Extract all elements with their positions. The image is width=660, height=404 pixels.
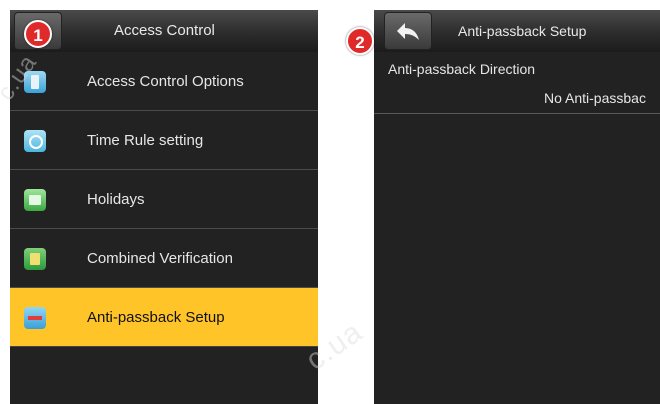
- anti-passback-direction-row[interactable]: Anti-passback Direction No Anti-passbac: [374, 52, 660, 114]
- combined-verification-icon: [24, 248, 46, 270]
- step-1-badge: 1: [24, 20, 52, 48]
- menu-item-label: Access Control Options: [87, 73, 244, 90]
- anti-passback-icon: [24, 307, 46, 329]
- left-screen-title: Access Control: [114, 22, 215, 39]
- menu-item-label: Holidays: [87, 191, 145, 208]
- menu-item-label: Combined Verification: [87, 250, 233, 267]
- back-arrow-icon: [397, 23, 419, 40]
- calendar-icon: [24, 189, 46, 211]
- access-control-menu: Access Control Options Time Rule setting…: [10, 52, 318, 347]
- left-title-bar: Access Control: [10, 10, 318, 52]
- menu-item-holidays[interactable]: Holidays: [10, 170, 318, 229]
- menu-item-combined-verification[interactable]: Combined Verification: [10, 229, 318, 288]
- right-title-bar: Anti-passback Setup: [374, 10, 660, 52]
- clock-icon: [24, 130, 46, 152]
- left-device-screen: Access Control Access Control Options Ti…: [10, 10, 318, 404]
- menu-item-label: Anti-passback Setup: [87, 309, 225, 326]
- right-device-screen: Anti-passback Setup Anti-passback Direct…: [374, 10, 660, 404]
- anti-passback-direction-label: Anti-passback Direction: [388, 61, 536, 77]
- right-back-button[interactable]: [384, 12, 432, 50]
- menu-item-label: Time Rule setting: [87, 132, 204, 149]
- step-2-badge: 2: [346, 27, 374, 55]
- menu-item-anti-passback-setup[interactable]: Anti-passback Setup: [10, 288, 318, 347]
- right-screen-title: Anti-passback Setup: [458, 23, 587, 39]
- anti-passback-direction-value: No Anti-passbac: [544, 90, 646, 106]
- menu-item-access-control-options[interactable]: Access Control Options: [10, 52, 318, 111]
- menu-item-time-rule-setting[interactable]: Time Rule setting: [10, 111, 318, 170]
